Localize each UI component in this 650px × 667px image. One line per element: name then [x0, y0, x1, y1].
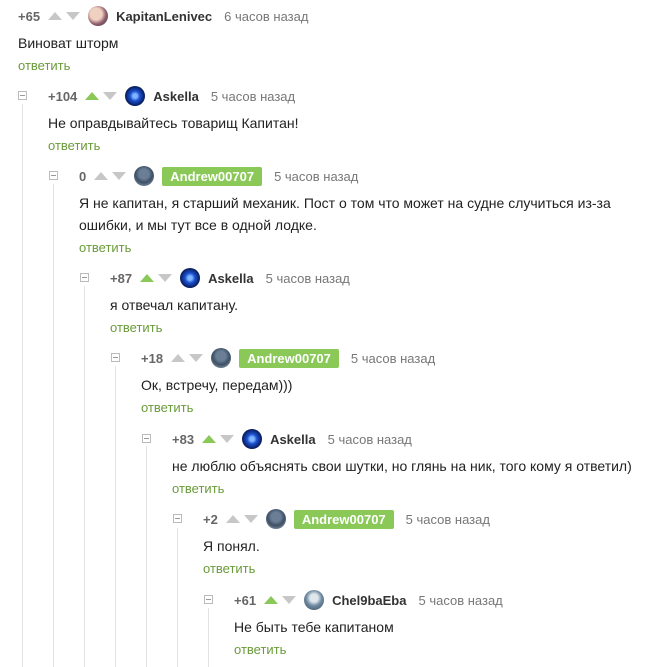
- avatar[interactable]: [304, 590, 325, 610]
- collapse-icon[interactable]: [173, 514, 182, 523]
- downvote-icon[interactable]: [112, 172, 127, 180]
- comment-rating: +104: [48, 88, 78, 104]
- downvote-icon[interactable]: [158, 274, 173, 282]
- upvote-icon[interactable]: [202, 435, 217, 443]
- comment-author-op[interactable]: Andrew00707: [162, 166, 263, 186]
- upvote-icon[interactable]: [225, 515, 240, 523]
- comment: +87 Askella 5 часов назад я отвечал капи…: [110, 268, 650, 335]
- upvote-icon[interactable]: [171, 354, 186, 362]
- collapse-icon[interactable]: [18, 91, 27, 100]
- reply-link[interactable]: ответить: [18, 58, 650, 73]
- comment: +83 Askella 5 часов назад не люблю объяс…: [172, 429, 650, 496]
- collapse-icon[interactable]: [80, 273, 89, 282]
- comment-rating: +61: [234, 592, 257, 608]
- upvote-icon[interactable]: [85, 92, 100, 100]
- comment: +18 Andrew00707 5 часов назад Ок, встреч…: [141, 348, 650, 415]
- collapse-icon[interactable]: [49, 171, 58, 180]
- thread-line: [177, 528, 178, 667]
- upvote-icon[interactable]: [264, 596, 279, 604]
- comment-rating: +83: [172, 431, 195, 447]
- reply-link[interactable]: ответить: [172, 481, 650, 496]
- comment-text: не люблю объяснять свои шутки, но глянь …: [172, 458, 632, 474]
- comment: +61 Chel9baEba 5 часов назад Не быть теб…: [234, 590, 650, 657]
- comment-text: Не оправдывайтесь товарищ Капитан!: [48, 115, 299, 131]
- comment-text: Виноват шторм: [18, 35, 119, 51]
- comment-text: Я не капитан, я старший механик. Пост о …: [79, 192, 650, 236]
- avatar[interactable]: [180, 268, 201, 288]
- comment: 0 Andrew00707 5 часов назад Я не капитан…: [79, 166, 650, 255]
- avatar[interactable]: [125, 86, 146, 106]
- downvote-icon[interactable]: [220, 435, 235, 443]
- downvote-icon[interactable]: [103, 92, 118, 100]
- avatar[interactable]: [211, 348, 232, 368]
- downvote-icon[interactable]: [243, 515, 258, 523]
- comment: +2 Andrew00707 5 часов назад Я понял. от…: [203, 509, 650, 576]
- avatar[interactable]: [242, 429, 263, 449]
- reply-link[interactable]: ответить: [203, 561, 650, 576]
- collapse-icon[interactable]: [142, 434, 151, 443]
- thread-line: [115, 366, 116, 667]
- avatar[interactable]: [134, 166, 155, 186]
- comment-time[interactable]: 6 часов назад: [224, 9, 308, 24]
- comment-text: Ок, встречу, передам))): [141, 377, 293, 393]
- comment-text-line: Я не капитан, я старший механик. Пост о …: [79, 195, 611, 211]
- thread-line: [208, 608, 209, 667]
- downvote-icon[interactable]: [66, 12, 81, 20]
- upvote-icon[interactable]: [94, 172, 109, 180]
- comment-author-op[interactable]: Andrew00707: [293, 509, 394, 529]
- comment-time[interactable]: 5 часов назад: [418, 593, 502, 608]
- reply-link[interactable]: ответить: [48, 138, 650, 153]
- comment-author[interactable]: Chel9baEba: [332, 593, 406, 608]
- comment-text-line: ошибки, и мы тут все в одной лодке.: [79, 217, 317, 233]
- comment-time[interactable]: 5 часов назад: [266, 271, 350, 286]
- thread-line: [84, 286, 85, 667]
- avatar[interactable]: [265, 509, 286, 529]
- downvote-icon[interactable]: [282, 596, 297, 604]
- collapse-icon[interactable]: [204, 595, 213, 604]
- reply-link[interactable]: ответить: [141, 400, 650, 415]
- thread-line: [146, 446, 147, 667]
- comment-text: Я понял.: [203, 538, 260, 554]
- comment: +65 KapitanLenivec 6 часов назад Виноват…: [18, 6, 650, 73]
- comment-time[interactable]: 5 часов назад: [406, 512, 490, 527]
- comment-time[interactable]: 5 часов назад: [211, 89, 295, 104]
- comment: +104 Askella 5 часов назад Не оправдывай…: [48, 86, 650, 153]
- comment-author-op[interactable]: Andrew00707: [239, 348, 339, 368]
- comment-time[interactable]: 5 часов назад: [274, 169, 358, 184]
- reply-link[interactable]: ответить: [79, 240, 650, 255]
- thread-line: [53, 184, 54, 667]
- upvote-icon[interactable]: [48, 12, 63, 20]
- downvote-icon[interactable]: [189, 354, 204, 362]
- collapse-icon[interactable]: [111, 353, 120, 362]
- comment-time[interactable]: 5 часов назад: [328, 432, 412, 447]
- reply-link[interactable]: ответить: [234, 642, 650, 657]
- comment-author[interactable]: Askella: [208, 271, 254, 286]
- comment-rating: 0: [79, 168, 87, 184]
- thread-line: [22, 104, 23, 667]
- comment-text: Не быть тебе капитаном: [234, 619, 394, 635]
- comment-rating: +87: [110, 270, 133, 286]
- comment-time[interactable]: 5 часов назад: [351, 351, 435, 366]
- comment-rating: +2: [203, 511, 218, 527]
- reply-link[interactable]: ответить: [110, 320, 650, 335]
- comment-author[interactable]: KapitanLenivec: [116, 9, 212, 24]
- comment-text: я отвечал капитану.: [110, 297, 238, 313]
- comment-rating: +65: [18, 8, 41, 24]
- comment-author[interactable]: Askella: [270, 432, 316, 447]
- comment-author[interactable]: Askella: [153, 89, 199, 104]
- avatar[interactable]: [88, 6, 109, 26]
- upvote-icon[interactable]: [140, 274, 155, 282]
- comment-rating: +18: [141, 350, 164, 366]
